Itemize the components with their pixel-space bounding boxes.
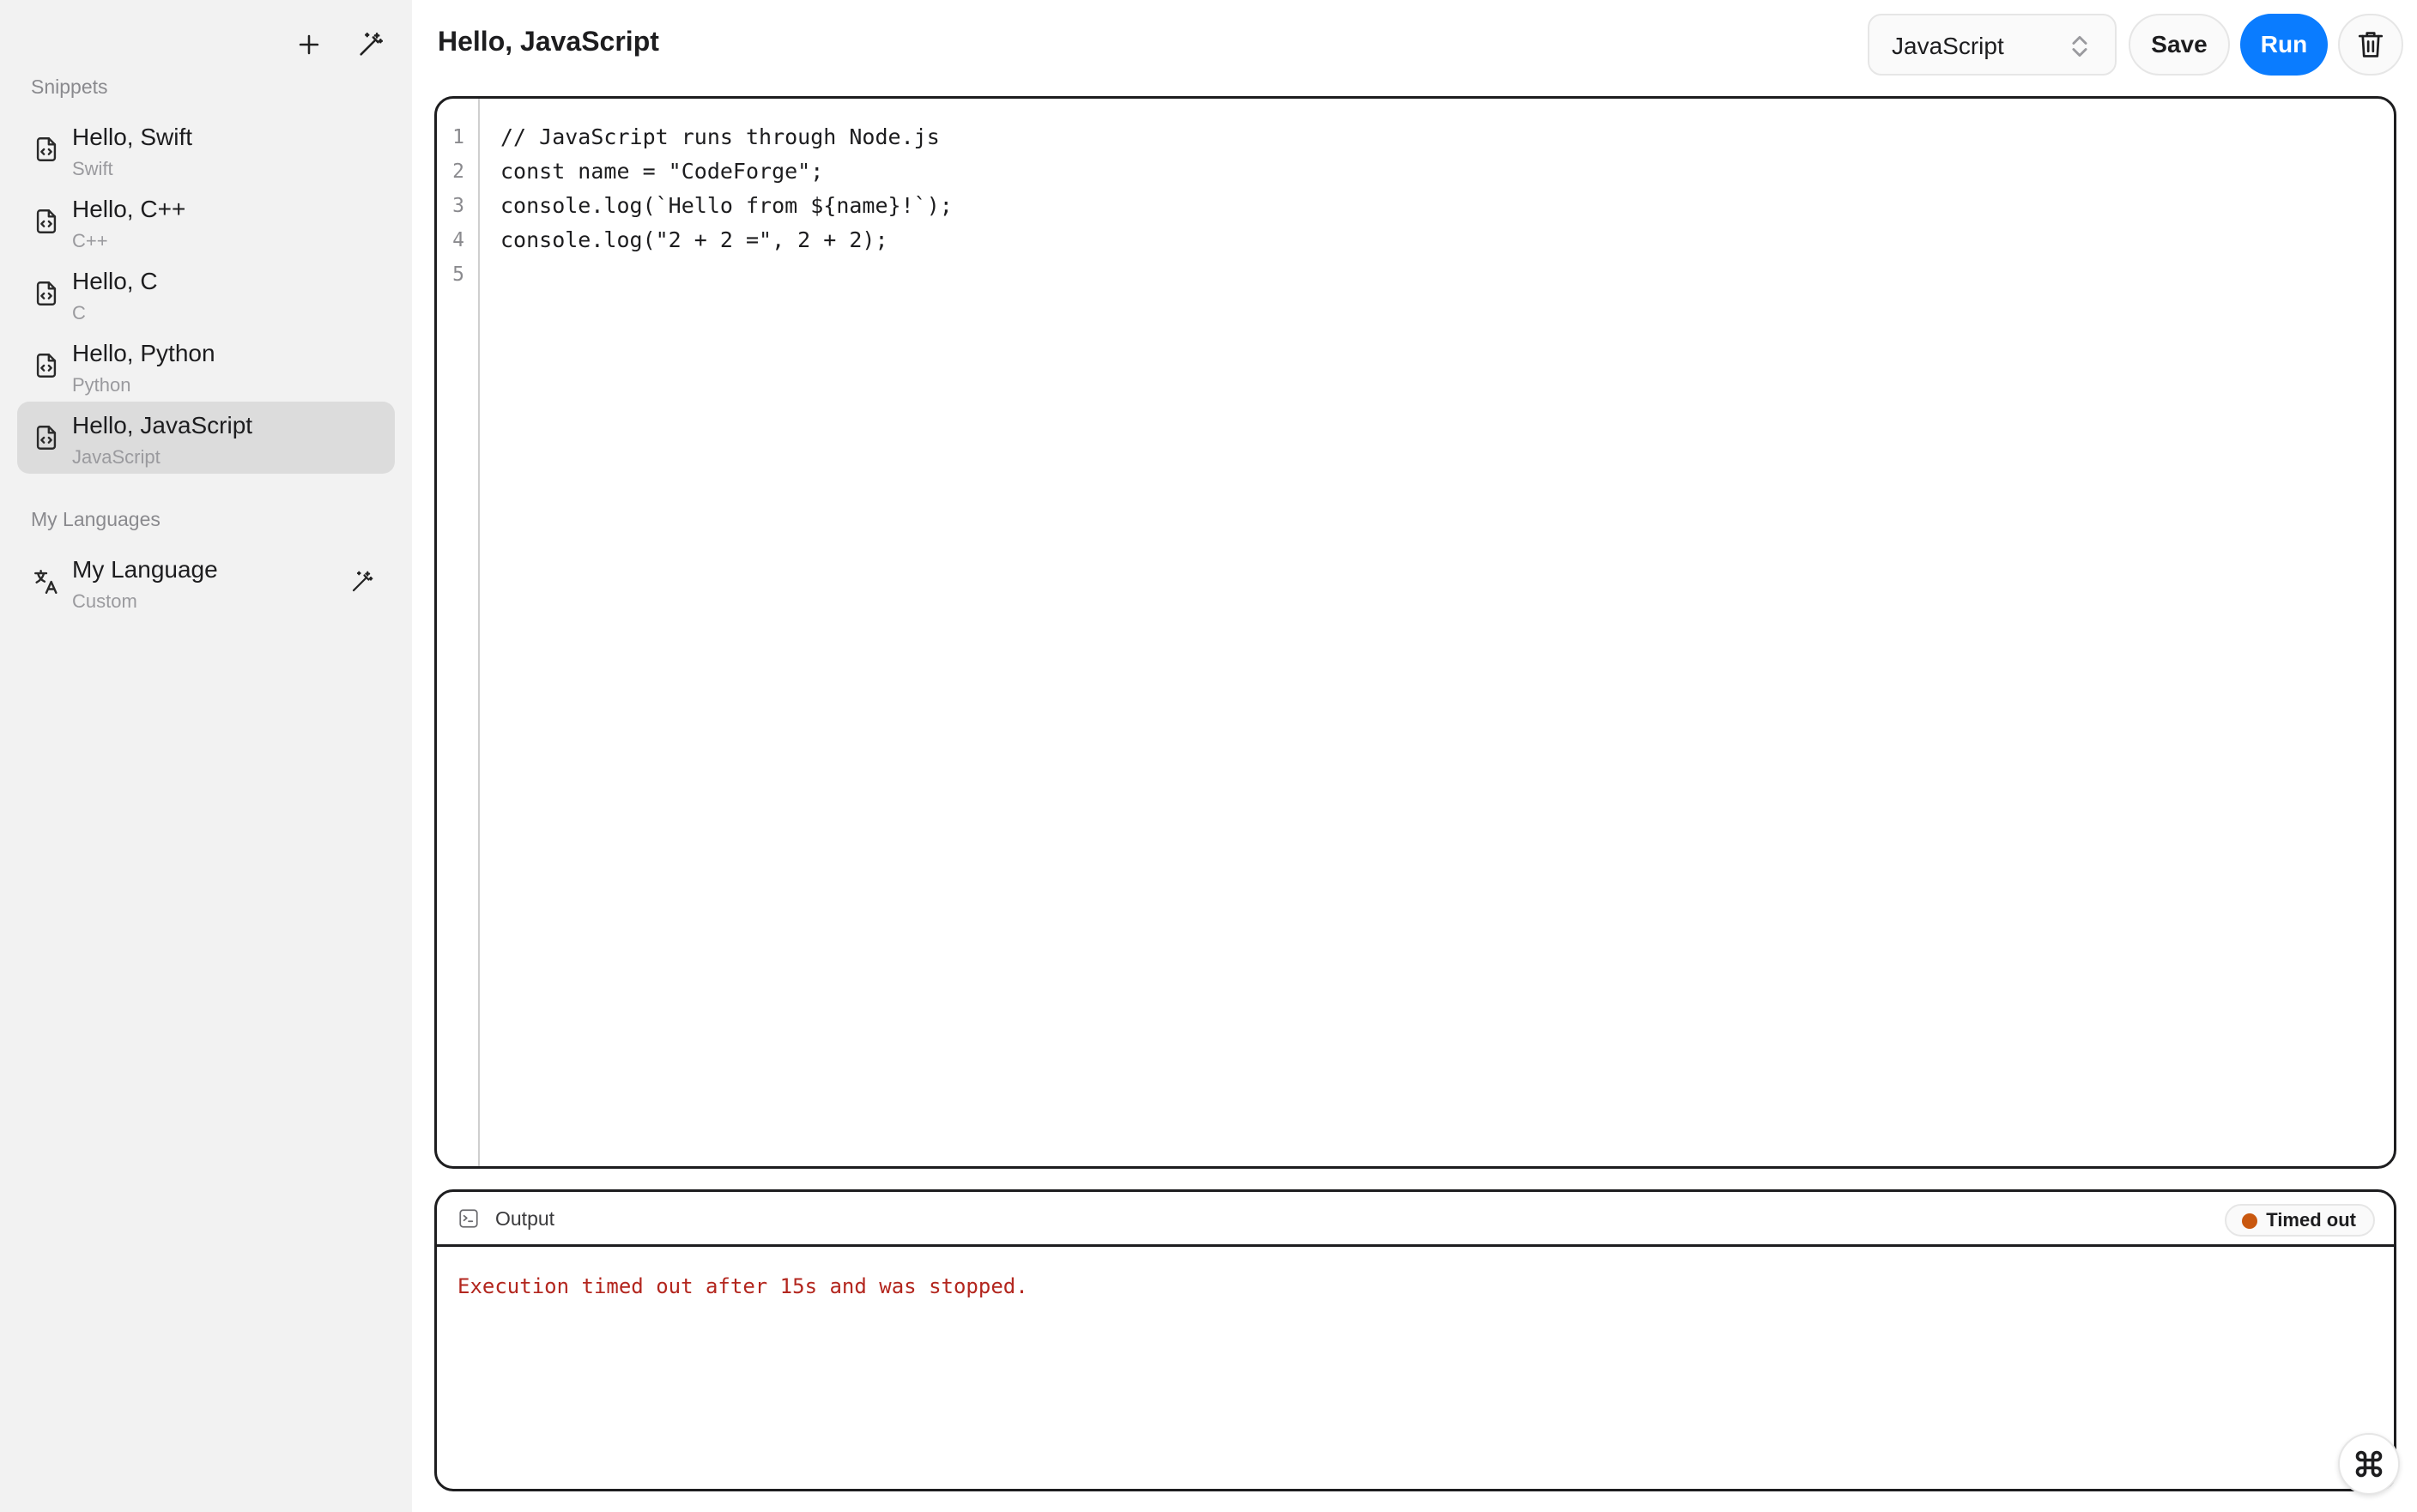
code-line[interactable]: console.log("2 + 2 =", 2 + 2);	[500, 227, 888, 252]
snippet-item-python[interactable]: Hello, Python Python	[17, 330, 395, 402]
code-file-icon	[29, 204, 64, 239]
code-file-icon	[29, 420, 64, 455]
code-line[interactable]: console.log(`Hello from ${name}!`);	[500, 193, 953, 218]
code-line[interactable]: const name = "CodeForge";	[500, 159, 823, 184]
snippet-title: Hello, JavaScript	[72, 412, 253, 438]
snippet-language: JavaScript	[72, 446, 161, 468]
status-text: Timed out	[2266, 1209, 2356, 1231]
command-icon	[2355, 1450, 2383, 1478]
snippet-title: Hello, C	[72, 268, 158, 294]
status-dot	[2242, 1213, 2258, 1229]
output-label: Output	[495, 1207, 555, 1230]
app-window: Snippets Hello, Swift Swift Hello, C++ C…	[0, 0, 2417, 1512]
snippet-item-c[interactable]: Hello, C C	[17, 257, 395, 330]
snippet-language: Python	[72, 374, 131, 396]
snippet-language: C++	[72, 230, 108, 251]
code-editor[interactable]: 1 2 3 4 5 // JavaScript runs through Nod…	[434, 96, 2396, 1169]
snippet-title: Hello, C++	[72, 196, 186, 222]
code-file-icon	[29, 348, 64, 383]
snippets-section-label: Snippets	[31, 76, 108, 98]
terminal-icon	[459, 1209, 478, 1228]
magic-wand-icon	[352, 571, 373, 592]
line-number: 3	[452, 195, 464, 217]
save-button[interactable]: Save	[2129, 14, 2230, 76]
code-line[interactable]: // JavaScript runs through Node.js	[500, 124, 940, 149]
language-item-my-language[interactable]: My Language Custom	[17, 546, 395, 618]
code-file-icon	[29, 276, 64, 311]
add-snippet-button[interactable]	[288, 24, 330, 65]
line-number: 1	[452, 126, 464, 148]
output-panel: Output Timed out Execution timed out aft…	[434, 1189, 2396, 1491]
line-number: 5	[452, 263, 464, 286]
snippet-language: C	[72, 302, 86, 324]
output-header: Output Timed out	[437, 1192, 2394, 1247]
language-magic-wand-button[interactable]	[343, 563, 381, 601]
status-badge: Timed out	[2225, 1204, 2375, 1237]
language-select[interactable]: JavaScript	[1868, 14, 2117, 76]
page-title: Hello, JavaScript	[438, 26, 659, 57]
trash-icon	[2358, 32, 2384, 57]
snippet-title: Hello, Swift	[72, 124, 193, 150]
code-file-icon	[29, 132, 64, 166]
command-palette-button[interactable]	[2338, 1433, 2400, 1495]
line-number: 4	[452, 229, 464, 251]
delete-button[interactable]	[2338, 14, 2403, 76]
magic-wand-icon	[360, 32, 384, 56]
language-select-value: JavaScript	[1892, 33, 2004, 59]
language-subtitle: Custom	[72, 590, 137, 612]
plus-icon	[299, 34, 319, 55]
output-message: Execution timed out after 15s and was st…	[457, 1274, 1028, 1298]
line-number: 2	[452, 160, 464, 183]
snippet-title: Hello, Python	[72, 340, 215, 366]
snippet-item-cpp[interactable]: Hello, C++ C++	[17, 185, 395, 257]
run-button[interactable]: Run	[2240, 14, 2328, 76]
snippet-item-javascript[interactable]: Hello, JavaScript JavaScript	[17, 402, 395, 474]
chevron-up-down-icon	[2072, 35, 2087, 57]
line-number-gutter: 1 2 3 4 5	[437, 99, 480, 1166]
snippet-language: Swift	[72, 158, 113, 179]
snippet-item-swift[interactable]: Hello, Swift Swift	[17, 113, 395, 185]
my-languages-section-label: My Languages	[31, 508, 161, 530]
magic-wand-button[interactable]	[350, 24, 391, 65]
sidebar: Snippets Hello, Swift Swift Hello, C++ C…	[0, 0, 412, 1512]
translate-icon	[29, 565, 64, 599]
language-title: My Language	[72, 556, 218, 583]
